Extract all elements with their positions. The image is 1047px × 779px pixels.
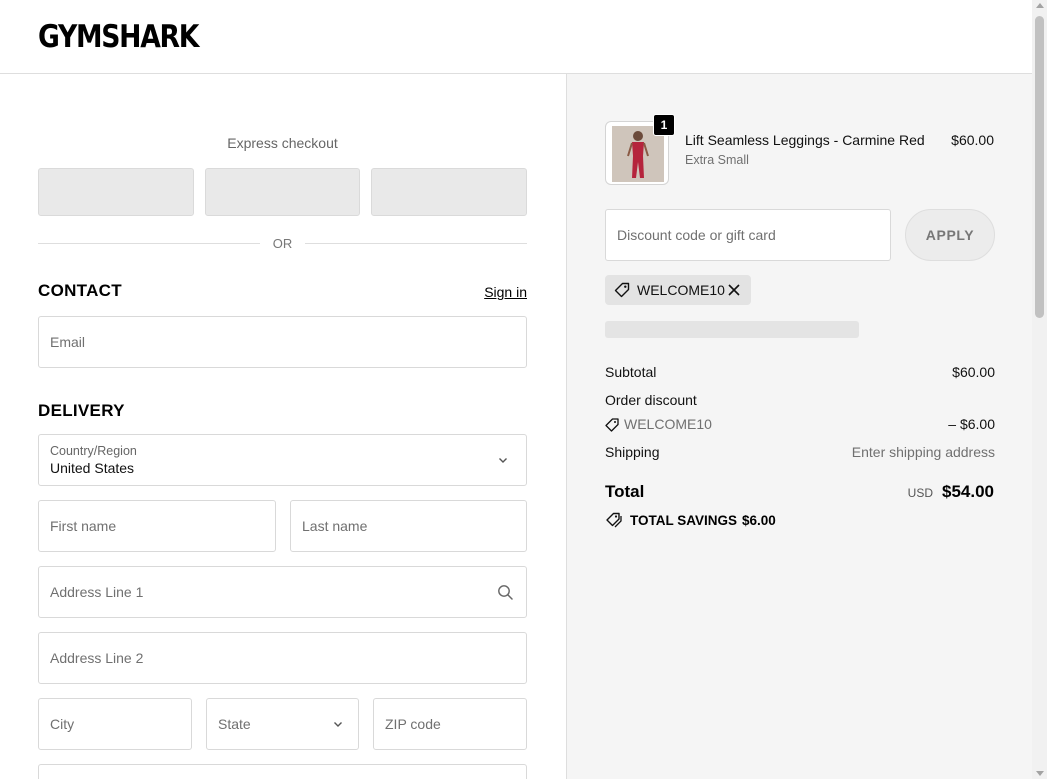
sign-in-link[interactable]: Sign in (484, 284, 527, 300)
apply-discount-button[interactable]: APPLY (905, 209, 995, 261)
delivery-heading: DELIVERY (38, 401, 125, 420)
total-label: Total (605, 482, 645, 501)
header: GYMSHARK (0, 0, 1032, 74)
discount-code-input[interactable]: Discount code or gift card (605, 209, 891, 261)
total-savings-label: TOTAL SAVINGS (630, 513, 738, 528)
discount-placeholder: Discount code or gift card (617, 227, 776, 243)
discount-code-label: WELCOME10 (624, 416, 712, 432)
gymshark-logo[interactable]: GYMSHARK (38, 19, 199, 55)
order-discount-label: Order discount (605, 392, 697, 408)
subtotal-label: Subtotal (605, 364, 657, 380)
product-name: Lift Seamless Leggings - Carmine Red (685, 132, 925, 148)
first-name-field[interactable]: First name (38, 500, 276, 552)
page-scrollbar[interactable] (1032, 0, 1047, 779)
or-divider: OR (38, 234, 527, 252)
state-select[interactable]: State (206, 698, 359, 750)
express-checkout-title: Express checkout (227, 135, 338, 151)
express-pay-button-1[interactable] (38, 168, 194, 216)
applied-discount-chip: WELCOME10 (605, 275, 751, 305)
email-placeholder: Email (50, 334, 86, 350)
first-name-placeholder: First name (50, 518, 117, 534)
divider-line-right (305, 243, 527, 244)
shipping-value: Enter shipping address (851, 444, 995, 460)
subtotal-value: $60.00 (952, 364, 995, 380)
zip-code-placeholder: ZIP code (385, 716, 441, 732)
order-summary-panel: 1 Lift Seamless Leggings - Carmine Red E… (566, 74, 1032, 779)
last-name-placeholder: Last name (302, 518, 368, 534)
contact-heading: CONTACT (38, 281, 122, 300)
product-price: $60.00 (951, 132, 994, 148)
last-name-field[interactable]: Last name (290, 500, 527, 552)
discount-value: – $6.00 (948, 416, 995, 432)
express-pay-button-2[interactable] (205, 168, 360, 216)
total-currency: USD (907, 486, 933, 500)
scroll-down-arrow[interactable] (1036, 771, 1044, 776)
shipping-label: Shipping (605, 444, 660, 460)
next-field-partial[interactable] (38, 764, 527, 779)
applied-code-text: WELCOME10 (637, 282, 725, 298)
city-field[interactable]: City (38, 698, 192, 750)
quantity-badge: 1 (653, 114, 675, 136)
checkout-form-panel: Express checkout OR CONTACT Sign in Emai… (0, 74, 566, 779)
savings-tag-icon (606, 512, 622, 528)
address-line-1-placeholder: Address Line 1 (50, 584, 144, 600)
email-field[interactable]: Email (38, 316, 527, 368)
address-line-2-field[interactable]: Address Line 2 (38, 632, 527, 684)
total-value: $54.00 (942, 482, 994, 501)
country-value: United States (50, 460, 135, 476)
scrollbar-thumb[interactable] (1035, 16, 1044, 318)
tag-icon (614, 282, 630, 298)
scroll-up-arrow[interactable] (1036, 3, 1044, 8)
chevron-down-icon (334, 722, 342, 727)
search-icon[interactable] (497, 584, 514, 601)
zip-code-field[interactable]: ZIP code (373, 698, 527, 750)
loading-placeholder (605, 321, 859, 338)
state-placeholder: State (218, 716, 251, 732)
chevron-down-icon (499, 458, 507, 463)
product-variant: Extra Small (685, 153, 749, 167)
total-savings-value: $6.00 (742, 513, 776, 528)
city-placeholder: City (50, 716, 75, 732)
country-label: Country/Region (50, 444, 137, 458)
address-line-2-placeholder: Address Line 2 (50, 650, 144, 666)
close-icon[interactable] (727, 283, 741, 297)
address-line-1-field[interactable]: Address Line 1 (38, 566, 527, 618)
tag-icon (605, 418, 619, 432)
express-pay-button-3[interactable] (371, 168, 527, 216)
country-select[interactable]: Country/Region United States (38, 434, 527, 486)
